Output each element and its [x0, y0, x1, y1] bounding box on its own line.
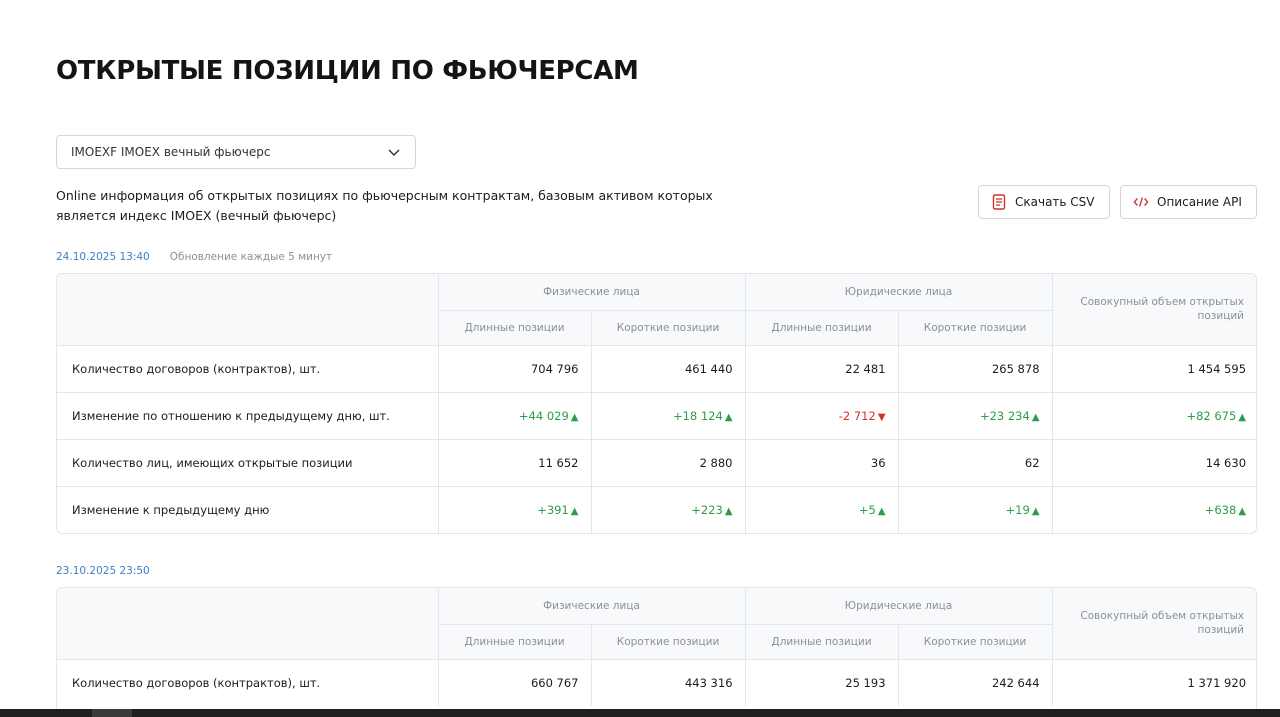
arrow-up-icon: ▲ — [1238, 411, 1247, 423]
table-cell: +82 675 ▲ — [1051, 392, 1256, 440]
table-row: Количество договоров (контрактов), шт. 7… — [57, 345, 1256, 393]
header-long: Длинные позиции — [744, 624, 899, 660]
arrow-up-icon: ▲ — [1238, 505, 1247, 517]
arrow-up-icon: ▲ — [570, 411, 579, 423]
change-value: +82 675 — [1186, 408, 1237, 423]
table-cell: 461 440 — [590, 345, 746, 393]
page-title: ОТКРЫТЫЕ ПОЗИЦИИ ПО ФЬЮЧЕРСАМ — [56, 56, 639, 86]
taskbar-item[interactable] — [92, 709, 132, 717]
table-cell: +5 ▲ — [744, 486, 899, 533]
table-cell: +18 124 ▲ — [590, 392, 746, 440]
header-legal: Юридические лица — [744, 588, 1053, 625]
header-individuals: Физические лица — [437, 274, 746, 311]
api-description-label: Описание API — [1157, 195, 1242, 209]
header-short: Короткие позиции — [590, 310, 746, 346]
arrow-up-icon: ▲ — [570, 505, 579, 517]
table-row: Количество лиц, имеющих открытые позиции… — [57, 439, 1256, 487]
table-cell: 1 371 920 — [1051, 659, 1256, 706]
code-icon — [1133, 194, 1149, 210]
change-value: +44 029 — [518, 408, 569, 423]
header-long: Длинные позиции — [437, 310, 591, 346]
table-cell: 62 — [897, 439, 1053, 487]
table-corner — [57, 274, 438, 346]
futures-select-value: IMOEXF IMOEX вечный фьючерс — [71, 145, 271, 159]
api-description-button[interactable]: Описание API — [1120, 185, 1257, 219]
update-note: Обновление каждые 5 минут — [169, 251, 333, 263]
table-row: Количество договоров (контрактов), шт. 6… — [57, 659, 1256, 706]
table-cell: 2 880 — [590, 439, 746, 487]
table-cell: 704 796 — [437, 345, 591, 393]
header-short: Короткие позиции — [897, 624, 1053, 660]
table-cell: 443 316 — [590, 659, 746, 706]
snapshot-date: 24.10.2025 13:40 — [56, 251, 150, 263]
change-value: +18 124 — [672, 408, 723, 423]
table-corner — [57, 588, 438, 660]
table-row: Изменение по отношению к предыдущему дню… — [57, 392, 1256, 440]
download-csv-label: Скачать CSV — [1015, 195, 1095, 209]
change-value: +19 — [1005, 502, 1030, 517]
header-long: Длинные позиции — [437, 624, 591, 660]
arrow-up-icon: ▲ — [724, 411, 733, 423]
header-individuals: Физические лица — [437, 588, 746, 625]
table-cell: 265 878 — [897, 345, 1053, 393]
snapshot-timestamp: 23.10.2025 23:50 — [56, 565, 150, 577]
positions-table: Физические лица Юридические лица Совокуп… — [56, 587, 1257, 709]
change-value: +638 — [1204, 502, 1237, 517]
header-total: Совокупный объем открытых позиций — [1051, 274, 1256, 346]
snapshot-timestamp: 24.10.2025 13:40 Обновление каждые 5 мин… — [56, 251, 332, 263]
change-value: +223 — [691, 502, 723, 517]
table-cell: 11 652 — [437, 439, 591, 487]
arrow-up-icon: ▲ — [877, 505, 886, 517]
arrow-up-icon: ▲ — [1031, 505, 1040, 517]
taskbar — [0, 709, 1280, 717]
header-total: Совокупный объем открытых позиций — [1051, 588, 1256, 660]
change-value: +5 — [858, 502, 876, 517]
row-label: Количество договоров (контрактов), шт. — [57, 345, 438, 393]
table-cell: 25 193 — [744, 659, 899, 706]
header-short: Короткие позиции — [897, 310, 1053, 346]
table-row: Изменение к предыдущему дню +391 ▲ +223 ▲ … — [57, 486, 1256, 533]
table-cell: 14 630 — [1051, 439, 1256, 487]
arrow-down-icon: ▼ — [877, 411, 886, 423]
header-legal: Юридические лица — [744, 274, 1053, 311]
row-label: Количество лиц, имеющих открытые позиции — [57, 439, 438, 487]
row-label: Изменение по отношению к предыдущему дню… — [57, 392, 438, 440]
document-icon — [991, 194, 1007, 210]
table-cell: +223 ▲ — [590, 486, 746, 533]
table-cell: 36 — [744, 439, 899, 487]
table-cell: +19 ▲ — [897, 486, 1053, 533]
table-cell: -2 712 ▼ — [744, 392, 899, 440]
arrow-up-icon: ▲ — [1031, 411, 1040, 423]
header-short: Короткие позиции — [590, 624, 746, 660]
table-cell: +44 029 ▲ — [437, 392, 591, 440]
arrow-up-icon: ▲ — [724, 505, 733, 517]
table-cell: 660 767 — [437, 659, 591, 706]
positions-table: Физические лица Юридические лица Совокуп… — [56, 273, 1257, 534]
table-cell: +391 ▲ — [437, 486, 591, 533]
change-value: -2 712 — [838, 408, 876, 423]
row-label: Количество договоров (контрактов), шт. — [72, 675, 321, 690]
header-long: Длинные позиции — [744, 310, 899, 346]
change-value: +23 234 — [979, 408, 1030, 423]
table-cell: 22 481 — [744, 345, 899, 393]
futures-select[interactable]: IMOEXF IMOEX вечный фьючерс — [56, 135, 416, 169]
download-csv-button[interactable]: Скачать CSV — [978, 185, 1110, 219]
table-cell: +638 ▲ — [1051, 486, 1256, 533]
page-description: Online информация об открытых позициях п… — [56, 188, 713, 223]
chevron-down-icon — [388, 149, 400, 156]
table-cell: 1 454 595 — [1051, 345, 1256, 393]
table-cell: +23 234 ▲ — [897, 392, 1053, 440]
table-cell: 242 644 — [897, 659, 1053, 706]
change-value: +391 — [537, 502, 569, 517]
row-label: Изменение к предыдущему дню — [72, 502, 270, 517]
snapshot-date: 23.10.2025 23:50 — [56, 565, 150, 577]
